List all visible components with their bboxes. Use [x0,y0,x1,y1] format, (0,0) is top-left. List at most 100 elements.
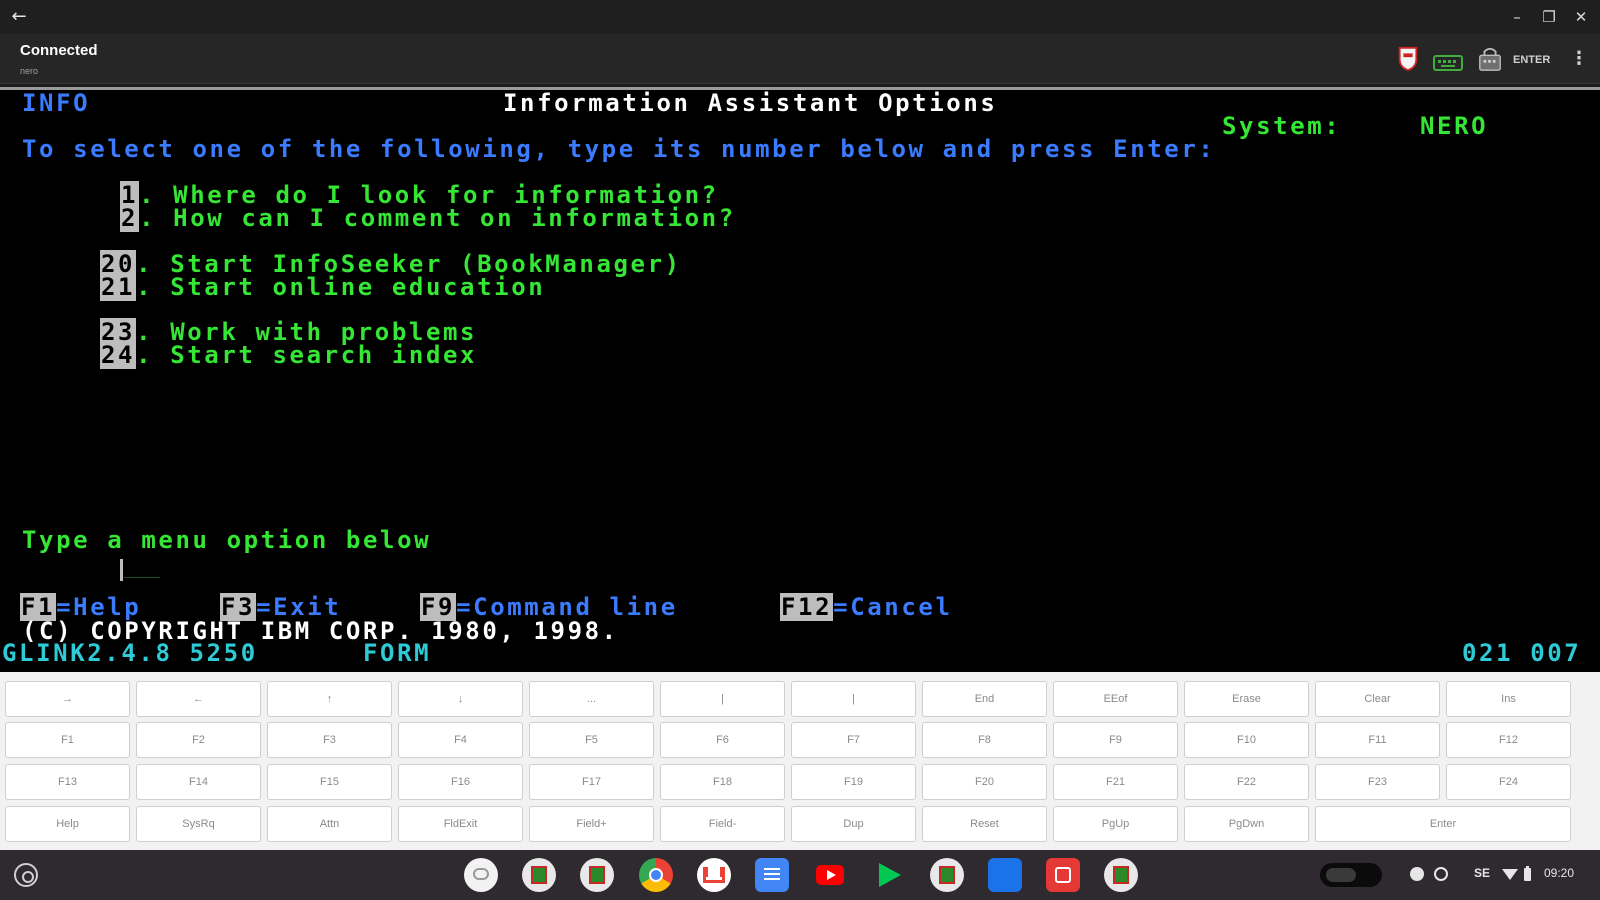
key-ins[interactable]: Ins [1446,681,1571,717]
key-f23[interactable]: F23 [1315,764,1440,800]
key-f5[interactable]: F5 [529,722,654,758]
arrow-left-icon[interactable]: ← [8,6,30,28]
key-fldexit[interactable]: FldExit [398,806,523,842]
notification-icon[interactable] [1434,867,1448,881]
key-f8[interactable]: F8 [922,722,1047,758]
key-field[interactable]: Field- [660,806,785,842]
key-sysrq[interactable]: SysRq [136,806,261,842]
key-pgup[interactable]: PgUp [1053,806,1178,842]
system-label: System: [1222,112,1342,140]
fkey-code: F12 [780,593,834,621]
key-[interactable]: ← [136,681,261,717]
key-f9[interactable]: F9 [1053,722,1178,758]
key-[interactable]: → [5,681,130,717]
key-f19[interactable]: F19 [791,764,916,800]
key-field[interactable]: Field+ [529,806,654,842]
key-dup[interactable]: Dup [791,806,916,842]
key-[interactable]: ... [529,681,654,717]
emulator-status: GLINK2.4.8 5250 [2,639,258,667]
key-f1[interactable]: F1 [5,722,130,758]
window-titlebar: ← – ❐ ✕ [0,0,1600,34]
menu-option-24[interactable]: 24. Start search index [100,341,478,369]
glink-icon[interactable] [1104,858,1138,892]
option-text: . How can I comment on information? [139,204,736,232]
key-f7[interactable]: F7 [791,722,916,758]
key-enter[interactable]: Enter [1315,806,1571,842]
settings-icon[interactable] [1410,867,1424,881]
clock: 09:20 [1544,866,1575,880]
key-erase[interactable]: Erase [1184,681,1309,717]
key-[interactable]: | [660,681,785,717]
key-f18[interactable]: F18 [660,764,785,800]
close-icon[interactable]: ✕ [1570,6,1592,28]
input-cursor[interactable] [120,559,123,581]
fkey-f12[interactable]: F12=Cancel [780,593,953,621]
key-pgdwn[interactable]: PgDwn [1184,806,1309,842]
wifi-battery-icon[interactable] [1500,866,1536,882]
key-f3[interactable]: F3 [267,722,392,758]
account-avatar-icon[interactable] [1318,859,1384,891]
key-eeof[interactable]: EEof [1053,681,1178,717]
glink-icon[interactable] [580,858,614,892]
key-attn[interactable]: Attn [267,806,392,842]
key-clear[interactable]: Clear [1315,681,1440,717]
key-f10[interactable]: F10 [1184,722,1309,758]
instruction-text: To select one of the following, type its… [22,135,1216,163]
key-f22[interactable]: F22 [1184,764,1309,800]
screen-id: INFO [22,89,91,117]
key-f2[interactable]: F2 [136,722,261,758]
key-reset[interactable]: Reset [922,806,1047,842]
page-title: Information Assistant Options [503,89,998,117]
key-[interactable]: | [791,681,916,717]
terminal-screen[interactable]: INFO Information Assistant Options Syste… [0,87,1600,672]
menu-option-2[interactable]: 2. How can I comment on information? [120,204,736,232]
youtube-icon[interactable] [813,858,847,892]
key-f21[interactable]: F21 [1053,764,1178,800]
play-store-icon[interactable] [871,858,905,892]
restore-icon[interactable]: ❐ [1538,6,1560,28]
docs-icon[interactable] [755,858,789,892]
function-keyboard: → ← ↑ ↓... | | End EEof Erase Clear Ins F1 F2 F3 F4 F5 F… [0,672,1600,850]
key-f15[interactable]: F15 [267,764,392,800]
enter-button[interactable]: ENTER [1513,54,1550,66]
key-end[interactable]: End [922,681,1047,717]
keyboard-icon[interactable] [1433,50,1463,76]
glink-icon[interactable] [522,858,556,892]
key-f16[interactable]: F16 [398,764,523,800]
chat-icon[interactable] [464,858,498,892]
connection-status: Connected [20,42,98,59]
files-icon[interactable] [988,858,1022,892]
language-indicator[interactable]: SE [1474,866,1490,880]
chrome-icon[interactable] [639,858,673,892]
status-bar: Connected nero [0,34,1600,84]
calendar-icon[interactable] [1046,858,1080,892]
cursor-position: 021 007 [1462,639,1582,667]
key-f24[interactable]: F24 [1446,764,1571,800]
key-f13[interactable]: F13 [5,764,130,800]
more-vert-icon[interactable]: ⋮ [1570,48,1588,69]
minimize-icon[interactable]: – [1506,6,1528,28]
launcher-icon[interactable] [14,863,38,887]
key-f12[interactable]: F12 [1446,722,1571,758]
gmail-icon[interactable] [697,858,731,892]
glink-icon[interactable] [930,858,964,892]
key-f11[interactable]: F11 [1315,722,1440,758]
input-field[interactable] [124,577,160,578]
key-[interactable]: ↓ [398,681,523,717]
host-name: nero [20,66,39,76]
fkey-label: =Cancel [833,593,953,621]
key-[interactable]: ↑ [267,681,392,717]
prompt-text: Type a menu option below [22,526,432,554]
key-f20[interactable]: F20 [922,764,1047,800]
input-mode: FORM [363,639,432,667]
lock-keyboard-icon[interactable] [1477,46,1503,72]
key-help[interactable]: Help [5,806,130,842]
key-f14[interactable]: F14 [136,764,261,800]
key-f6[interactable]: F6 [660,722,785,758]
menu-option-21[interactable]: 21. Start online education [100,273,545,301]
shield-icon[interactable] [1397,46,1419,72]
key-f4[interactable]: F4 [398,722,523,758]
key-f17[interactable]: F17 [529,764,654,800]
option-number: 2 [120,204,140,232]
option-text: . Start search index [136,341,478,369]
